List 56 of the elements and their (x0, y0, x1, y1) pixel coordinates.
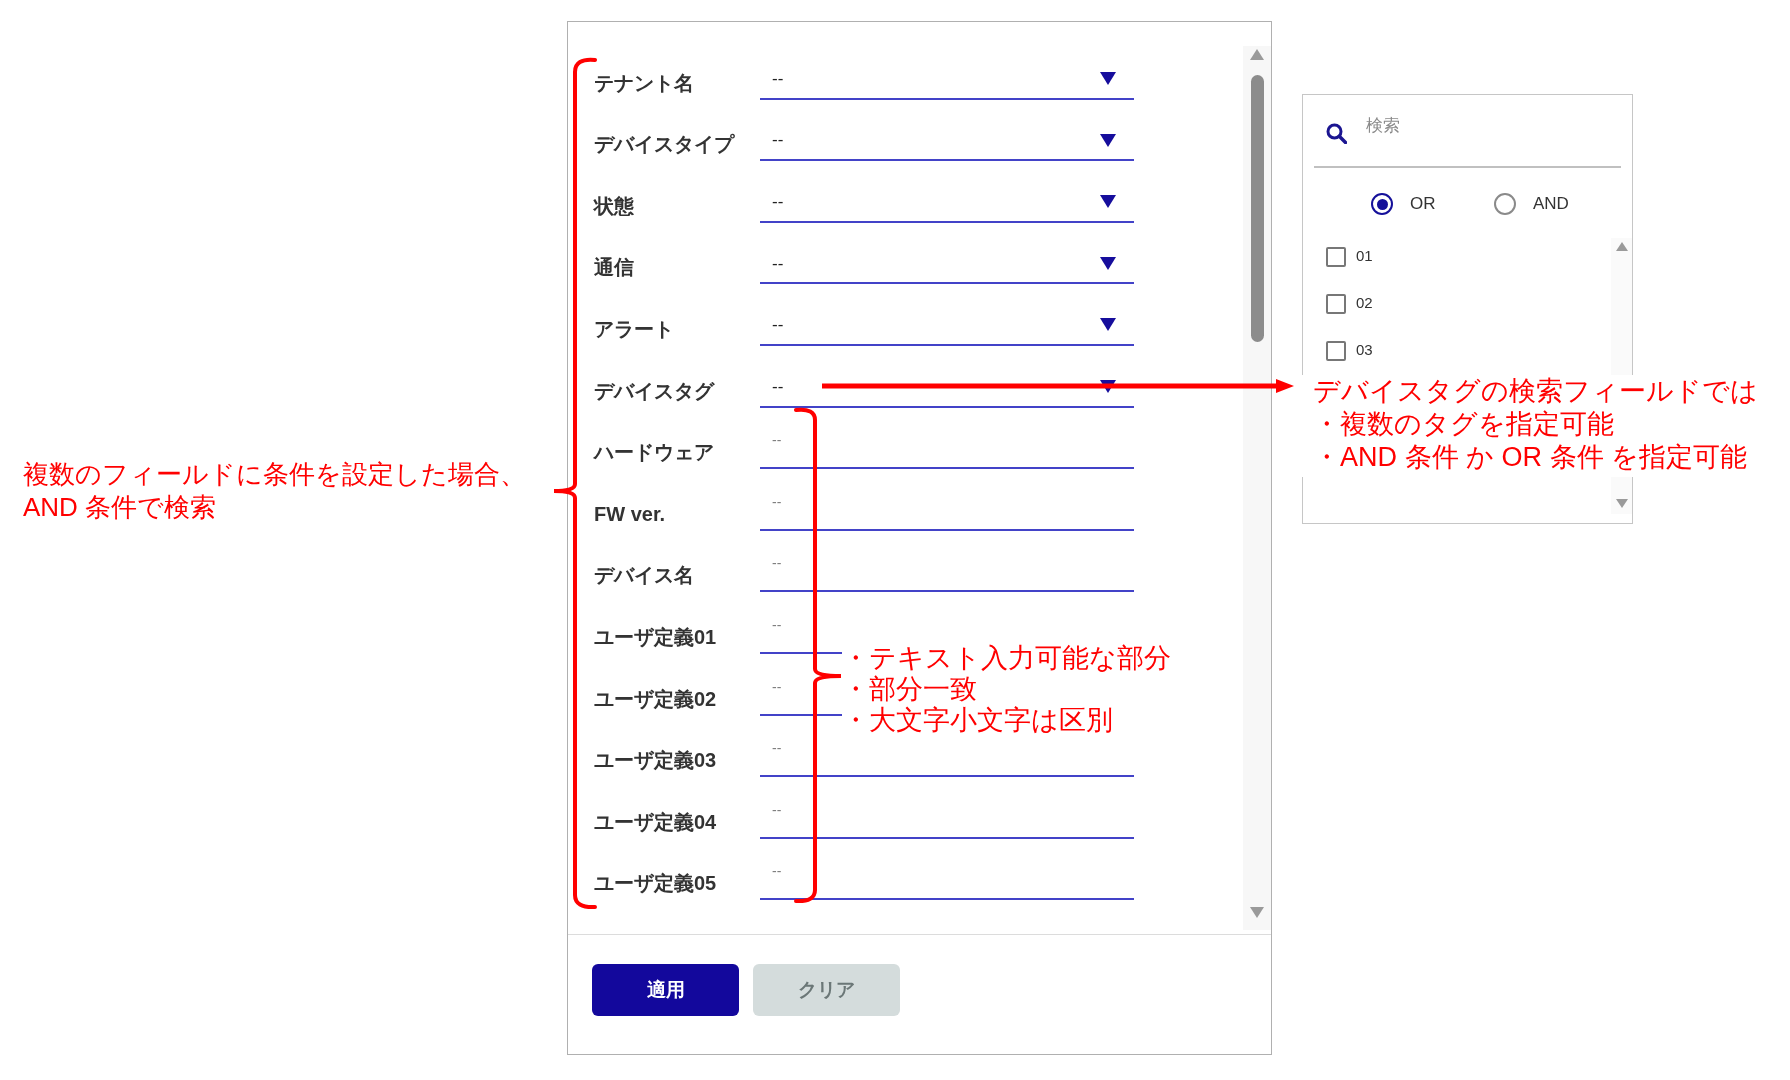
checkbox-label: 03 (1356, 340, 1373, 361)
dropdown-field[interactable]: -- (760, 244, 1134, 285)
field-label: ユーザ定義03 (594, 748, 718, 774)
caret-icon (1100, 133, 1116, 147)
field-label: デバイス名 (594, 563, 695, 589)
text-field[interactable]: -- (760, 429, 1134, 470)
apply-button[interactable]: 適用 (592, 964, 739, 1016)
field-label: FW ver. (594, 501, 667, 527)
scrollbar-thumb[interactable] (1250, 75, 1264, 342)
dropdown-field[interactable]: -- (760, 121, 1134, 162)
field-label: デバイスタイプ (594, 132, 736, 158)
dropdown-field[interactable]: -- (760, 305, 1134, 346)
caret-icon (1100, 72, 1116, 86)
field-label: アラート (594, 316, 675, 342)
dropdown-field[interactable]: -- (760, 59, 1134, 100)
annotation-text: デバイスタグの検索フィールドでは (1313, 375, 1758, 408)
scroll-down-icon[interactable] (1250, 907, 1264, 918)
text-field[interactable]: -- (760, 490, 1134, 531)
radio-button[interactable] (1494, 193, 1516, 215)
radio-label: AND (1533, 193, 1569, 215)
caret-icon (1100, 195, 1116, 209)
text-field[interactable]: -- (760, 552, 1134, 593)
dropdown-field[interactable]: -- (760, 367, 1134, 408)
scroll-down-icon[interactable] (1615, 499, 1628, 508)
checkbox[interactable] (1326, 246, 1346, 267)
caret-icon (1100, 380, 1116, 394)
field-label: ユーザ定義01 (594, 624, 718, 650)
field-label: ユーザ定義02 (594, 686, 718, 712)
search-field[interactable]: 検索 (1366, 111, 1586, 141)
annotation-text: ・AND 条件 か OR 条件 を指定可能 (1313, 441, 1748, 474)
checkbox[interactable] (1326, 340, 1346, 361)
search-icon (1326, 123, 1347, 144)
radio-button[interactable] (1371, 193, 1393, 215)
field-label: ハードウェア (594, 440, 715, 466)
scroll-up-icon[interactable] (1615, 242, 1628, 251)
field-label: デバイスタグ (594, 378, 716, 404)
caret-icon (1100, 318, 1116, 332)
caret-icon (1100, 256, 1116, 270)
field-label: ユーザ定義04 (594, 809, 718, 835)
field-label: ユーザ定義05 (594, 871, 718, 897)
field-label: テナント名 (594, 70, 695, 96)
annotation-text: ・大文字小文字は区別 (842, 705, 1114, 736)
annotation-text: ・部分一致 (842, 674, 978, 705)
radio-label: OR (1410, 193, 1436, 215)
checkbox-label: 01 (1356, 246, 1373, 267)
checkbox[interactable] (1326, 293, 1346, 314)
text-field[interactable]: -- (760, 798, 1134, 839)
annotation-text: ・テキスト入力可能な部分 (842, 643, 1171, 674)
checkbox-label: 02 (1356, 293, 1373, 314)
scroll-up-icon[interactable] (1250, 49, 1264, 60)
annotation-text: ・複数のタグを指定可能 (1313, 408, 1615, 441)
dropdown-field[interactable]: -- (760, 182, 1134, 223)
text-field[interactable]: -- (760, 860, 1134, 901)
field-label: 状態 (594, 193, 635, 219)
annotation-text: 複数のフィールドに条件を設定した場合、 AND 条件で検索 (23, 458, 526, 524)
field-label: 通信 (594, 255, 635, 281)
